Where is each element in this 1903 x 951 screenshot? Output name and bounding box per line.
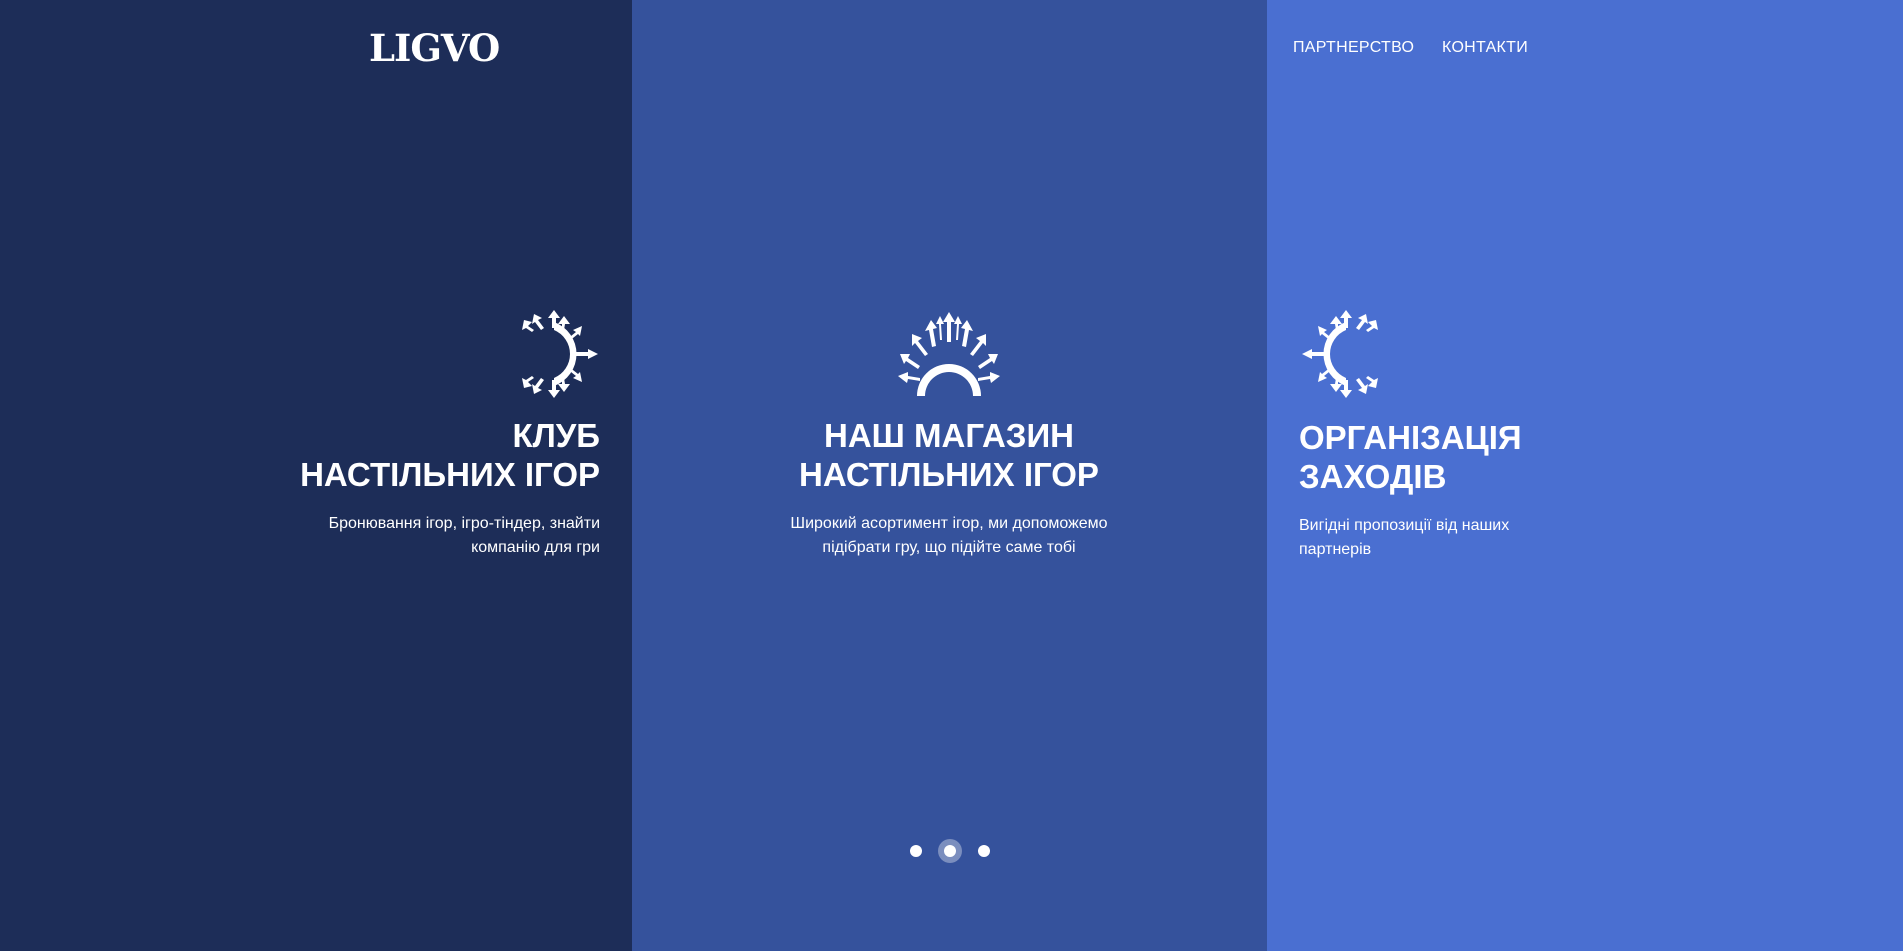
- events-title-line1: ОРГАНІЗАЦІЯ: [1299, 419, 1522, 456]
- nav-partnership-link[interactable]: ПАРТНЕРСТВО: [1293, 38, 1414, 58]
- shop-description: Широкий асортимент ігор, ми допоможемо п…: [790, 515, 1108, 556]
- pagination-dot-3[interactable]: [978, 845, 990, 857]
- shop-title-line1: НАШ МАГАЗИН: [824, 417, 1074, 454]
- pagination-dot-2-active[interactable]: [944, 845, 956, 857]
- slider-pagination: [0, 838, 1903, 864]
- shop-title-line2: НАСТІЛЬНИХ ІГОР: [799, 456, 1099, 493]
- nav-contacts-link[interactable]: КОНТАКТИ: [1442, 38, 1528, 58]
- events-title: ОРГАНІЗАЦІЯ ЗАХОДІВ: [1299, 418, 1522, 496]
- sun-rays-icon-up: [896, 310, 1002, 400]
- sun-rays-icon-left: [1300, 300, 1390, 408]
- logo[interactable]: LIGVO: [369, 26, 500, 70]
- sun-rays-icon-right: [510, 300, 600, 408]
- club-title-line1: КЛУБ: [512, 417, 600, 454]
- club-title: КЛУБ НАСТІЛЬНИХ ІГОР: [300, 416, 600, 494]
- shop-title: НАШ МАГАЗИН НАСТІЛЬНИХ ІГОР: [799, 416, 1099, 494]
- club-description: Бронювання ігор, ігро-тіндер, знайти ком…: [328, 515, 600, 556]
- club-title-line2: НАСТІЛЬНИХ ІГОР: [300, 456, 600, 493]
- events-description: Вигідні пропозиції від наших партнерів: [1299, 517, 1510, 558]
- events-title-line2: ЗАХОДІВ: [1299, 458, 1447, 495]
- pagination-dot-1[interactable]: [910, 845, 922, 857]
